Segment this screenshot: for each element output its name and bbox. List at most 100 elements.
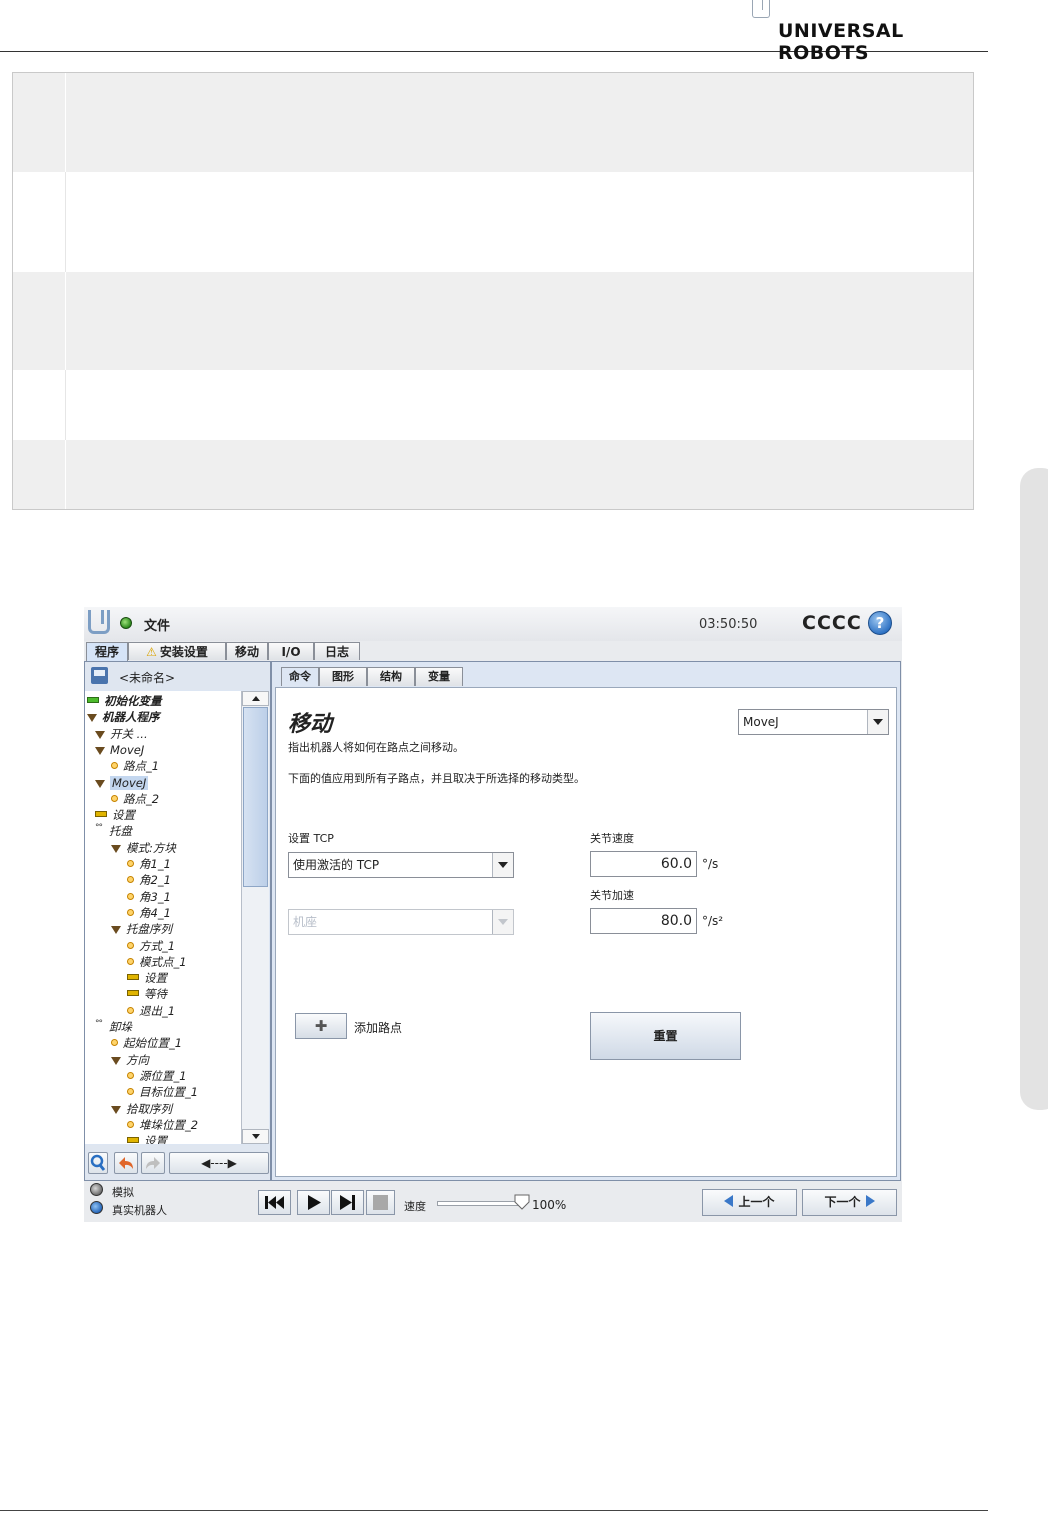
tree-node[interactable]: 源位置_1 bbox=[127, 1068, 187, 1084]
tree-node-label: 设置 bbox=[144, 971, 167, 986]
search-button[interactable] bbox=[88, 1152, 108, 1174]
tree-node[interactable]: 等待 bbox=[127, 986, 167, 1002]
tree-node[interactable]: 路点_2 bbox=[111, 791, 159, 807]
step-button[interactable] bbox=[331, 1190, 364, 1215]
pallet-icon bbox=[95, 820, 105, 836]
tree-node[interactable]: MoveJ bbox=[95, 775, 149, 791]
redo-button[interactable] bbox=[141, 1152, 165, 1174]
tree-node[interactable]: 拾取序列 bbox=[111, 1101, 172, 1117]
tree-node[interactable]: 角1_1 bbox=[127, 856, 171, 872]
help-icon[interactable]: ? bbox=[868, 611, 892, 635]
tree-node[interactable]: 目标位置_1 bbox=[127, 1084, 198, 1100]
waypoint-icon bbox=[127, 876, 134, 884]
robot-name: CCCC bbox=[802, 612, 862, 634]
tree-node[interactable]: 机器人程序 bbox=[87, 709, 160, 725]
tree-node[interactable]: MoveJ bbox=[95, 742, 144, 758]
node-triangle-icon bbox=[95, 746, 105, 755]
scroll-thumb[interactable] bbox=[243, 707, 268, 887]
tab-label: 程序 bbox=[94, 645, 119, 659]
tree-node[interactable]: 模式点_1 bbox=[127, 954, 187, 970]
previous-label: 上一个 bbox=[738, 1195, 775, 1209]
joint-speed-unit: °/s bbox=[702, 857, 719, 871]
tree-node[interactable]: 堆垛位置_2 bbox=[127, 1117, 198, 1133]
tree-node[interactable]: 起始位置_1 bbox=[111, 1035, 182, 1051]
tab-label: 移动 bbox=[234, 645, 259, 659]
tree-node[interactable]: 卸垛 bbox=[95, 1016, 132, 1035]
reset-button[interactable]: 重置 bbox=[590, 1012, 741, 1060]
add-waypoint-button[interactable]: ✚ bbox=[295, 1013, 347, 1039]
previous-button[interactable]: 上一个 bbox=[702, 1189, 797, 1216]
tab-command[interactable]: 命令 bbox=[281, 667, 319, 686]
ur-logo-icon bbox=[752, 0, 770, 18]
waypoint-icon bbox=[127, 908, 134, 916]
tree-node-label: 托盘序列 bbox=[126, 922, 172, 937]
tab-move[interactable]: 移动 bbox=[226, 642, 268, 660]
program-header: <未命名> bbox=[85, 662, 270, 690]
program-name: <未命名> bbox=[119, 671, 176, 685]
tab-program[interactable]: 程序 bbox=[86, 642, 128, 662]
chevron-down-icon bbox=[492, 853, 513, 877]
waypoint-icon bbox=[127, 1088, 134, 1096]
play-button[interactable] bbox=[297, 1190, 330, 1215]
tab-label: 图形 bbox=[332, 670, 354, 683]
tab-graphics[interactable]: 图形 bbox=[319, 667, 367, 686]
tree-node[interactable]: 托盘 bbox=[95, 820, 132, 839]
tab-variables[interactable]: 变量 bbox=[415, 667, 463, 686]
warning-icon: ⚠ bbox=[146, 645, 157, 659]
undo-icon bbox=[119, 1157, 133, 1169]
tree-node[interactable]: 设置 bbox=[127, 1133, 167, 1144]
save-icon[interactable] bbox=[91, 667, 108, 684]
tab-io[interactable]: I/O bbox=[268, 642, 314, 660]
tree-node[interactable]: 角3_1 bbox=[127, 889, 171, 905]
joint-speed-input[interactable]: 60.0 bbox=[590, 851, 697, 877]
node-triangle-icon bbox=[111, 844, 121, 853]
real-robot-radio[interactable] bbox=[90, 1201, 103, 1214]
tree-node[interactable]: 退出_1 bbox=[127, 1003, 175, 1019]
robot-status-icon bbox=[120, 617, 132, 629]
tab-label: 变量 bbox=[428, 670, 450, 683]
tree-node[interactable]: 方式_1 bbox=[127, 938, 175, 954]
real-robot-label: 真实机器人 bbox=[112, 1204, 167, 1217]
speed-slider-handle[interactable] bbox=[514, 1194, 530, 1210]
tree-node[interactable]: 设置 bbox=[127, 970, 167, 986]
move-type-select[interactable]: MoveJ bbox=[738, 709, 889, 735]
tab-label: 命令 bbox=[289, 670, 311, 683]
search-icon bbox=[90, 1154, 106, 1171]
tree-node[interactable]: 模式:方块 bbox=[111, 840, 176, 856]
undo-button[interactable] bbox=[114, 1152, 138, 1174]
next-button[interactable]: 下一个 bbox=[802, 1189, 897, 1216]
variable-icon bbox=[87, 697, 99, 703]
program-tree: 初始化变量机器人程序开关 ...MoveJ路点_1MoveJ路点_2设置托盘模式… bbox=[85, 691, 241, 1144]
file-menu[interactable]: 文件 bbox=[144, 615, 170, 634]
ur-logo-icon[interactable] bbox=[88, 610, 110, 634]
tree-node-label: 源位置_1 bbox=[139, 1068, 187, 1083]
tree-node-label: 堆垛位置_2 bbox=[139, 1117, 199, 1132]
stop-button[interactable] bbox=[366, 1190, 395, 1215]
tree-node-label: 角1_1 bbox=[139, 857, 171, 871]
feature-value: 机座 bbox=[293, 915, 318, 929]
tab-log[interactable]: 日志 bbox=[314, 642, 360, 660]
speed-slider[interactable] bbox=[437, 1201, 519, 1206]
skip-back-button[interactable] bbox=[258, 1190, 291, 1215]
tree-node[interactable]: 初始化变量 bbox=[87, 693, 162, 709]
move-node-button[interactable]: ◀----▶ bbox=[169, 1152, 269, 1174]
tree-node[interactable]: 角4_1 bbox=[127, 905, 171, 921]
tab-structure[interactable]: 结构 bbox=[367, 667, 415, 686]
tab-installation[interactable]: ⚠ 安装设置 bbox=[128, 642, 226, 660]
tree-node[interactable]: 路点_1 bbox=[111, 758, 159, 774]
tree-node[interactable]: 托盘序列 bbox=[111, 921, 172, 937]
tree-node[interactable]: 角2_1 bbox=[127, 872, 171, 888]
tree-node[interactable]: 开关 ... bbox=[95, 726, 148, 742]
tree-node[interactable]: 方向 bbox=[111, 1052, 149, 1068]
node-triangle-icon bbox=[87, 714, 97, 723]
joint-accel-input[interactable]: 80.0 bbox=[590, 908, 697, 934]
scroll-up-button[interactable] bbox=[242, 691, 269, 706]
command-icon bbox=[127, 1137, 139, 1144]
tcp-select[interactable]: 使用激活的 TCP bbox=[288, 852, 514, 878]
waypoint-icon bbox=[111, 794, 118, 802]
scroll-down-button[interactable] bbox=[242, 1129, 269, 1144]
tree-scrollbar[interactable] bbox=[241, 691, 269, 1144]
simulation-radio[interactable] bbox=[90, 1183, 103, 1196]
doc-header: UNIVERSAL ROBOTS bbox=[0, 0, 988, 64]
command-icon bbox=[95, 811, 107, 818]
